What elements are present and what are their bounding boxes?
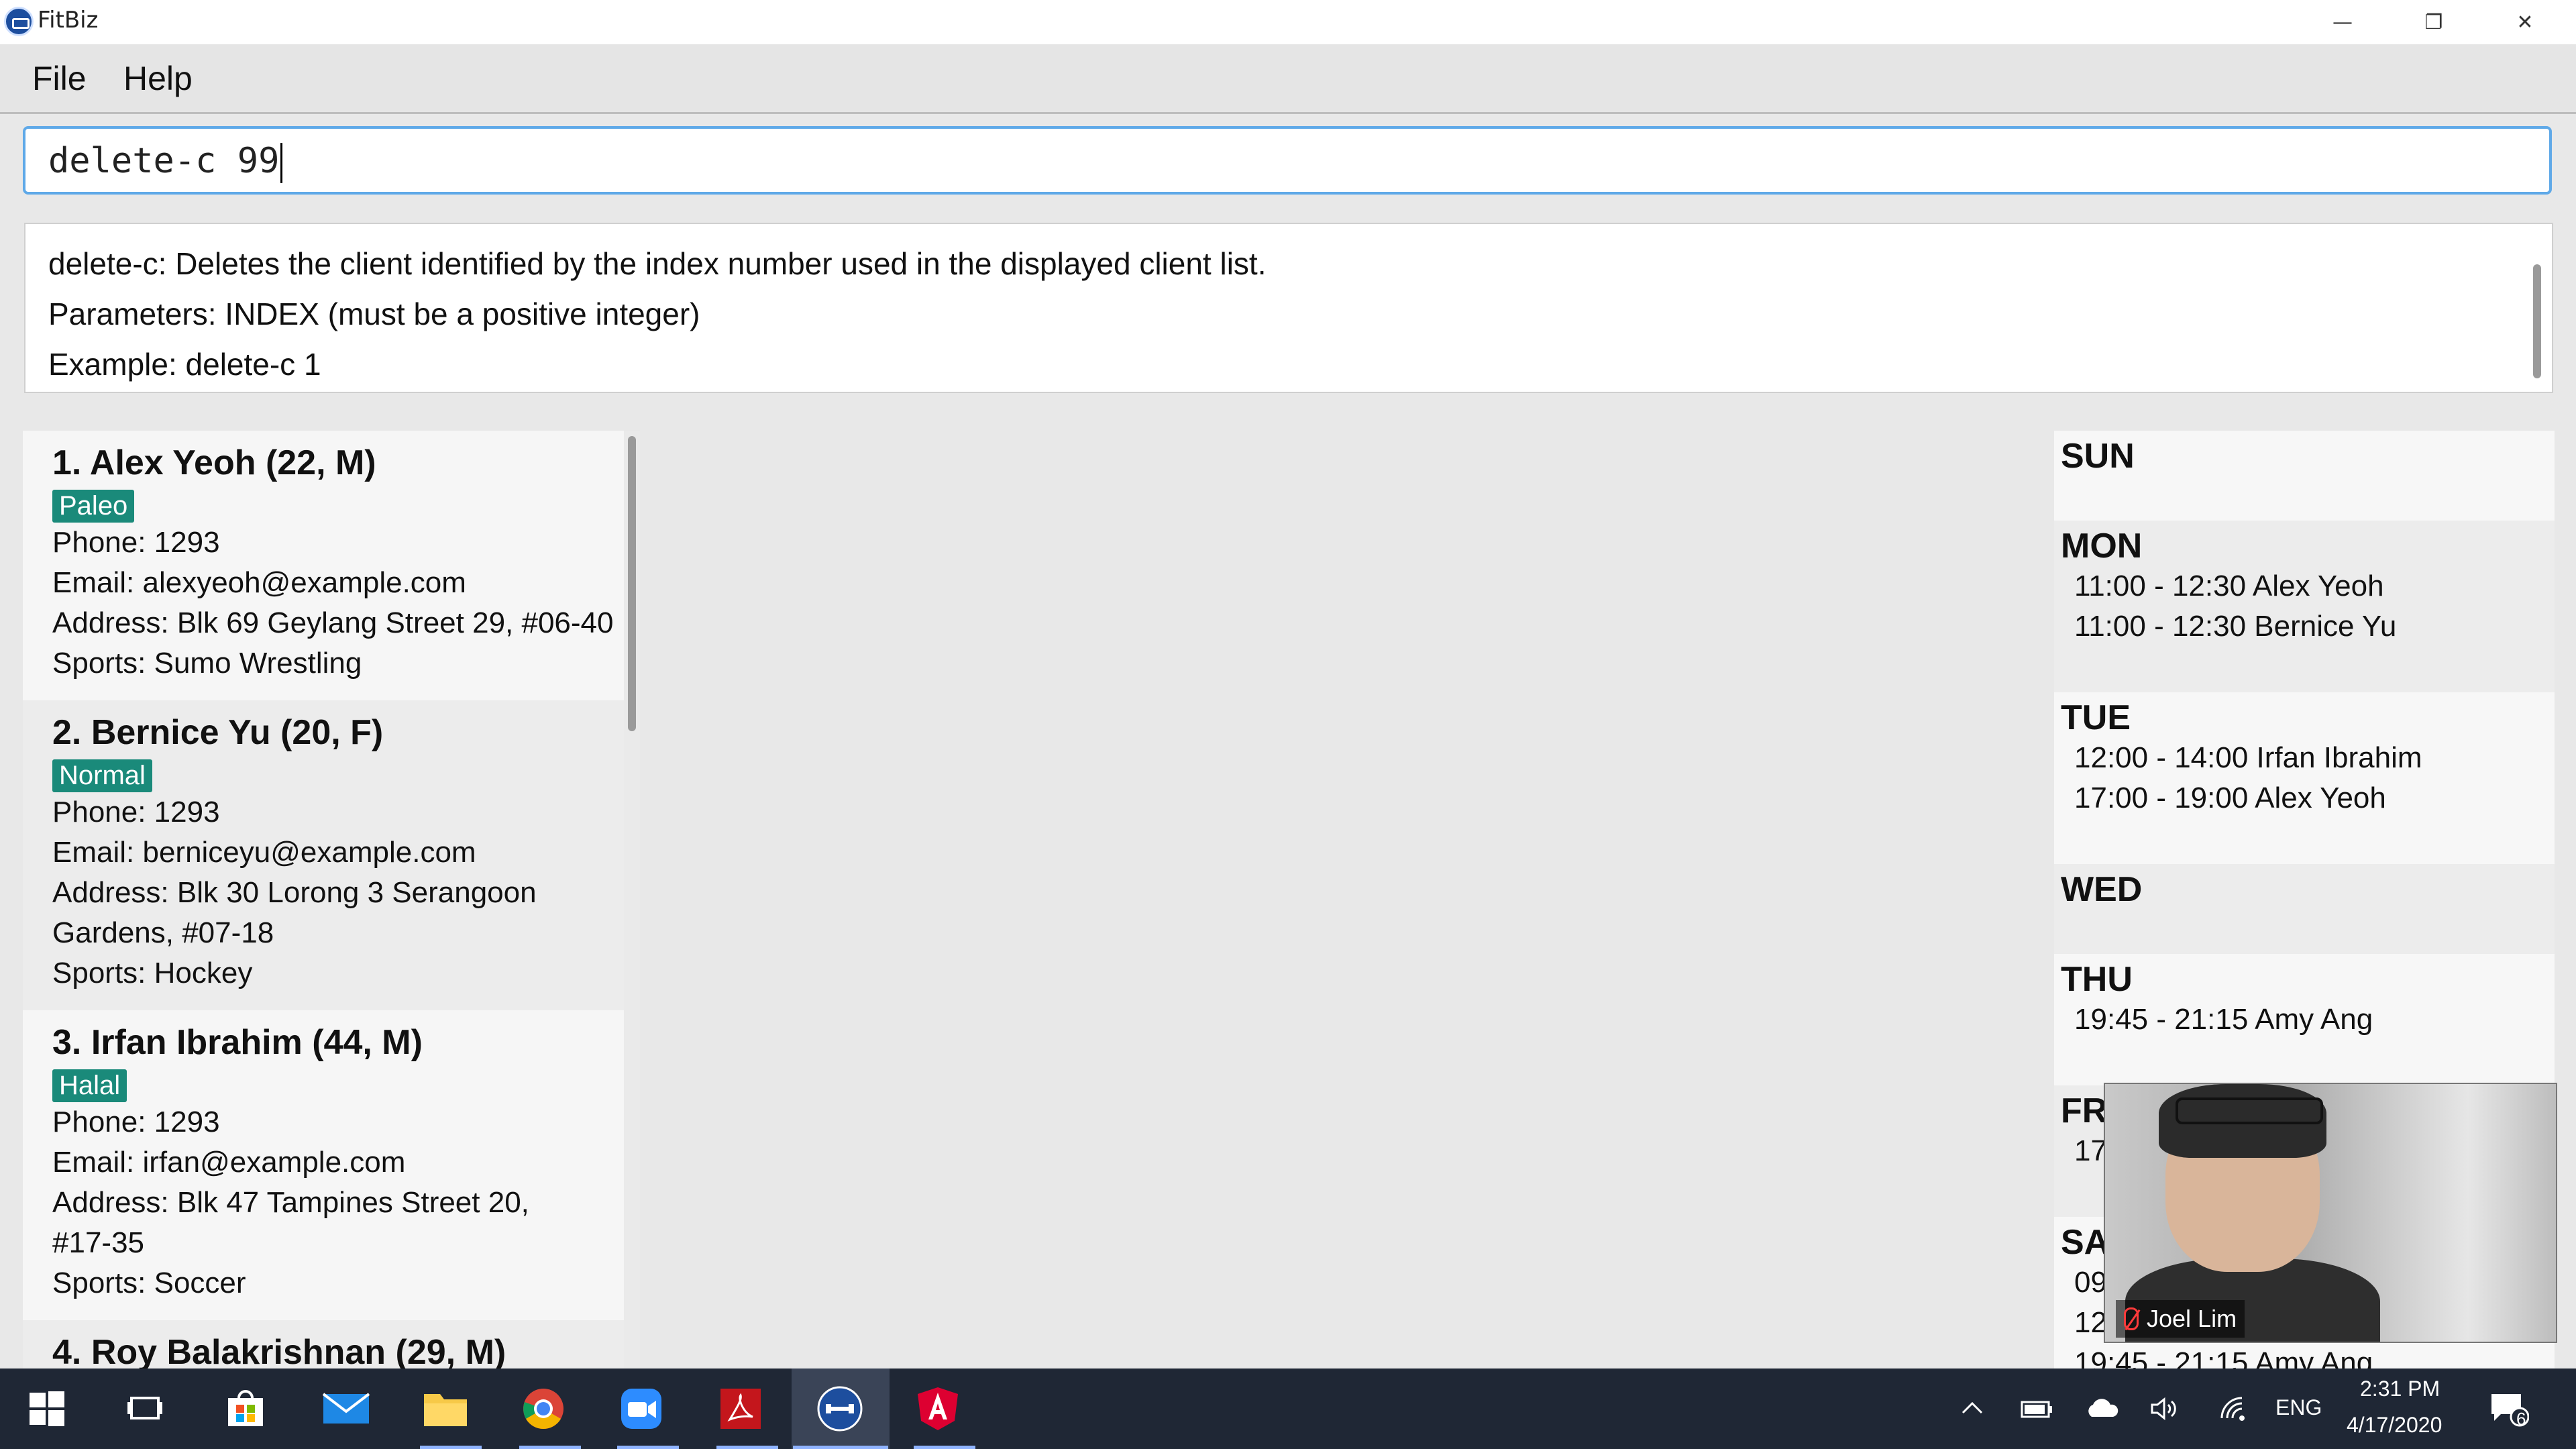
result-display: delete-c: Deletes the client identified … xyxy=(24,223,2553,393)
diet-tag: Halal xyxy=(52,1069,127,1102)
day-tue: TUE 12:00 - 14:00 Irfan Ibrahim 17:00 - … xyxy=(2054,692,2555,864)
client-list-scrollbar[interactable] xyxy=(628,436,636,731)
window-title: FitBiz xyxy=(38,7,99,34)
client-sports: Sports: Sumo Wrestling xyxy=(52,647,362,680)
client-address-cont: Gardens, #07-18 xyxy=(52,916,274,949)
day-label: TUE xyxy=(2061,698,2131,737)
restore-button[interactable]: ❐ xyxy=(2388,0,2479,44)
client-sports: Sports: Soccer xyxy=(52,1267,246,1299)
day-label: WED xyxy=(2061,870,2143,909)
command-text: delete-c 99 xyxy=(48,141,280,181)
fitbiz-running-indicator xyxy=(793,1446,888,1449)
explorer-running-indicator xyxy=(420,1446,482,1449)
day-wed: WED xyxy=(2054,864,2555,954)
client-phone: Phone: 1293 xyxy=(52,526,220,559)
client-address: Address: Blk 69 Geylang Street 29, #06-4… xyxy=(52,606,614,639)
day-thu: THU 19:45 - 21:15 Amy Ang xyxy=(2054,954,2555,1085)
diet-tag: Normal xyxy=(52,759,152,792)
volume-icon[interactable] xyxy=(2139,1382,2192,1436)
clock-time[interactable]: 2:31 PM xyxy=(2360,1377,2440,1401)
appointment[interactable]: 19:45 - 21:15 Amy Ang xyxy=(2061,1343,2555,1368)
client-address-cont: #17-35 xyxy=(52,1226,145,1259)
minimize-button[interactable]: — xyxy=(2297,0,2388,44)
mail-icon[interactable] xyxy=(319,1382,373,1436)
title-bar: FitBiz — ❐ ✕ xyxy=(0,0,2576,44)
client-email: Email: alexyeoh@example.com xyxy=(52,566,466,599)
command-input[interactable]: delete-c 99 xyxy=(23,126,2552,195)
appointment[interactable]: 17:00 - 19:00 Alex Yeoh xyxy=(2061,778,2555,818)
angular-icon[interactable] xyxy=(911,1382,965,1436)
zoom-running-indicator xyxy=(617,1446,679,1449)
day-sun: SUN xyxy=(2054,431,2555,521)
client-name: 1. Alex Yeoh (22, M) xyxy=(52,443,376,482)
client-name: 4. Roy Balakrishnan (29, M) xyxy=(52,1333,506,1368)
taskbar: ENG 2:31 PM 4/17/2020 6 xyxy=(0,1368,2576,1449)
fitbiz-taskbar-icon[interactable] xyxy=(813,1382,867,1436)
client-name: 2. Bernice Yu (20, F) xyxy=(52,713,384,752)
chrome-icon[interactable] xyxy=(517,1382,570,1436)
close-button[interactable]: ✕ xyxy=(2479,0,2571,44)
clock-date[interactable]: 4/17/2020 xyxy=(2347,1413,2442,1438)
menu-file[interactable]: File xyxy=(32,59,87,98)
notifications-icon[interactable] xyxy=(2482,1382,2536,1436)
diet-tag: Paleo xyxy=(52,490,135,523)
acrobat-running-indicator xyxy=(716,1446,778,1449)
store-icon[interactable] xyxy=(219,1382,272,1436)
mic-muted-icon xyxy=(2124,1307,2139,1330)
result-line: Parameters: INDEX (must be a positive in… xyxy=(48,297,700,331)
battery-icon[interactable] xyxy=(2010,1382,2063,1436)
client-phone: Phone: 1293 xyxy=(52,1106,220,1138)
client-sports: Sports: Hockey xyxy=(52,957,253,989)
day-label: SUN xyxy=(2061,437,2135,476)
wifi-icon[interactable] xyxy=(2207,1382,2261,1436)
client-address: Address: Blk 30 Lorong 3 Serangoon xyxy=(52,876,537,909)
result-line: delete-c: Deletes the client identified … xyxy=(48,246,1267,281)
client-email: Email: berniceyu@example.com xyxy=(52,836,476,869)
task-view-icon[interactable] xyxy=(118,1382,172,1436)
file-explorer-icon[interactable] xyxy=(419,1382,472,1436)
client-name: 3. Irfan Ibrahim (44, M) xyxy=(52,1023,423,1062)
client-card[interactable]: 4. Roy Balakrishnan (29, M) xyxy=(23,1320,624,1368)
acrobat-icon[interactable] xyxy=(714,1382,767,1436)
result-line: Example: delete-c 1 xyxy=(48,347,321,382)
angular-running-indicator xyxy=(914,1446,975,1449)
video-call-overlay[interactable]: Joel Lim xyxy=(2104,1083,2557,1343)
participant-name: Joel Lim xyxy=(2147,1305,2237,1332)
client-list: 1. Alex Yeoh (22, M) Paleo Phone: 1293 E… xyxy=(23,431,640,1368)
client-card[interactable]: 1. Alex Yeoh (22, M) Paleo Phone: 1293 E… xyxy=(23,431,624,700)
client-email: Email: irfan@example.com xyxy=(52,1146,406,1179)
client-address: Address: Blk 47 Tampines Street 20, xyxy=(52,1186,529,1219)
appointment[interactable]: 12:00 - 14:00 Irfan Ibrahim xyxy=(2061,738,2555,778)
fitbiz-app-icon xyxy=(4,7,34,36)
windows-start-icon[interactable] xyxy=(20,1382,74,1436)
appointment[interactable]: 11:00 - 12:30 Bernice Yu xyxy=(2061,606,2555,647)
client-card[interactable]: 2. Bernice Yu (20, F) Normal Phone: 1293… xyxy=(23,700,624,1010)
chrome-running-indicator xyxy=(519,1446,581,1449)
notifications-count: 6 xyxy=(2516,1409,2526,1429)
day-label: MON xyxy=(2061,527,2143,566)
appointment[interactable]: 19:45 - 21:15 Amy Ang xyxy=(2061,1000,2555,1040)
day-mon: MON 11:00 - 12:30 Alex Yeoh 11:00 - 12:3… xyxy=(2054,521,2555,692)
glasses xyxy=(2176,1097,2323,1124)
text-caret xyxy=(280,143,283,183)
participant-name-bar: Joel Lim xyxy=(2116,1300,2245,1338)
result-scrollbar[interactable] xyxy=(2533,264,2541,378)
onedrive-icon[interactable] xyxy=(2076,1382,2129,1436)
day-label: THU xyxy=(2061,960,2133,999)
zoom-icon[interactable] xyxy=(614,1382,668,1436)
menu-bar: File Help xyxy=(0,44,2576,114)
client-card[interactable]: 3. Irfan Ibrahim (44, M) Halal Phone: 12… xyxy=(23,1010,624,1320)
appointment[interactable]: 11:00 - 12:30 Alex Yeoh xyxy=(2061,566,2555,606)
chevron-up-icon[interactable] xyxy=(1945,1382,1999,1436)
language-indicator[interactable]: ENG xyxy=(2275,1395,2322,1420)
client-phone: Phone: 1293 xyxy=(52,796,220,828)
menu-help[interactable]: Help xyxy=(123,59,193,98)
